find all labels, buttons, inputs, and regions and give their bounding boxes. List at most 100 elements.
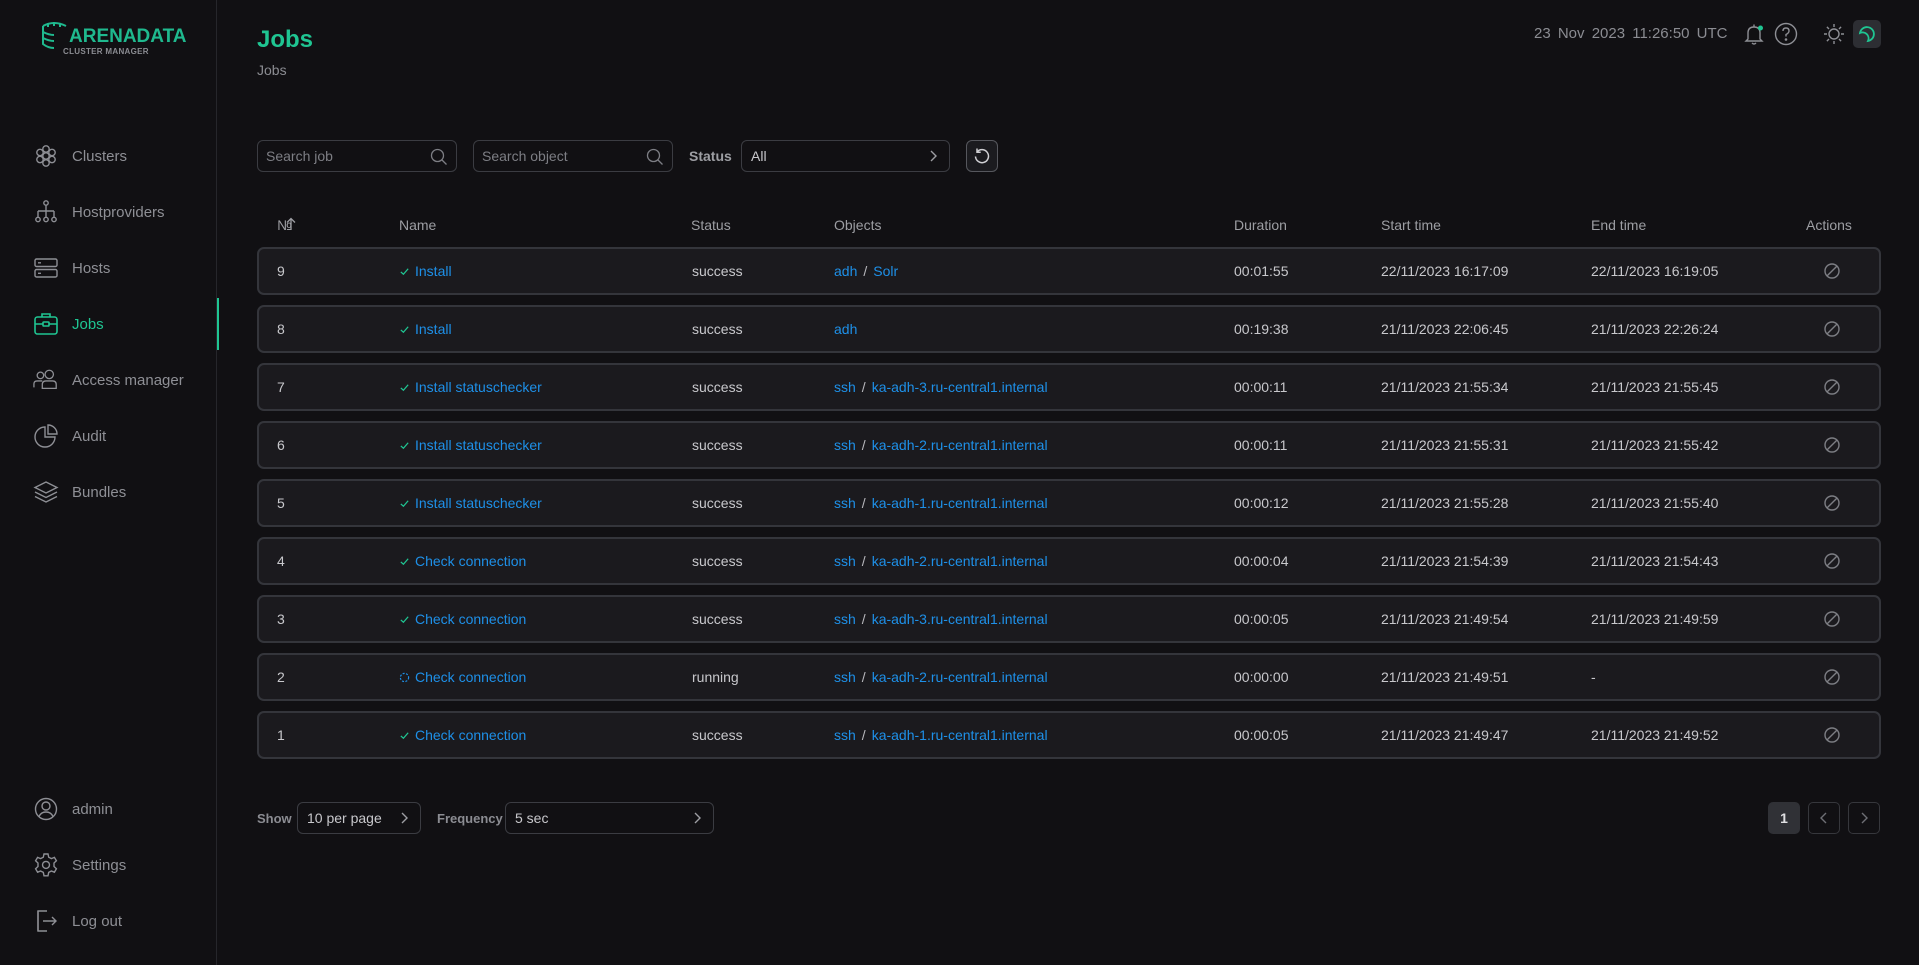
cancel-job-button[interactable] [1823, 668, 1841, 689]
object-link[interactable]: ka-adh-3.ru-central1.internal [872, 379, 1048, 395]
next-page-button[interactable] [1848, 802, 1880, 834]
sidebar-item-jobs[interactable]: Jobs [0, 296, 219, 352]
cancel-job-button[interactable] [1823, 320, 1841, 341]
object-link[interactable]: Solr [873, 263, 898, 279]
sidebar-item-admin[interactable]: admin [0, 781, 217, 837]
cancel-job-button[interactable] [1823, 436, 1841, 457]
object-link[interactable]: ka-adh-1.ru-central1.internal [872, 495, 1048, 511]
jobs-icon [33, 311, 59, 337]
object-link[interactable]: ssh [834, 611, 856, 627]
column-header-name[interactable]: Name [399, 217, 436, 233]
object-link[interactable]: ssh [834, 727, 856, 743]
job-start-time: 21/11/2023 21:54:39 [1381, 553, 1509, 569]
table-row[interactable]: 4 Check connection success ssh / ka-adh-2.ru-… [257, 537, 1881, 585]
breadcrumb[interactable]: Jobs [257, 62, 287, 78]
job-end-time: - [1591, 669, 1596, 685]
cancel-job-button[interactable] [1823, 726, 1841, 747]
sidebar-item-logout[interactable]: Log out [0, 893, 217, 949]
object-link[interactable]: ssh [834, 495, 856, 511]
sidebar-item-bundles[interactable]: Bundles [0, 464, 217, 520]
cancel-job-button[interactable] [1823, 494, 1841, 515]
table-row[interactable]: 3 Check connection success ssh / ka-adh-3.ru-… [257, 595, 1881, 643]
object-link[interactable]: adh [834, 263, 857, 279]
job-name-link[interactable]: Check connection [399, 669, 526, 685]
cancel-job-button[interactable] [1823, 552, 1841, 573]
job-name-link[interactable]: Install statuschecker [399, 379, 542, 395]
cancel-job-button[interactable] [1823, 610, 1841, 631]
job-duration: 00:00:05 [1234, 611, 1289, 627]
object-link[interactable]: ka-adh-2.ru-central1.internal [872, 437, 1048, 453]
job-name-text[interactable]: Check connection [415, 669, 526, 685]
job-id: 4 [277, 553, 285, 569]
jobs-table-body: 9 Install success adh / Solr 00:01:55 22/11/202… [257, 247, 1881, 769]
cancel-job-button[interactable] [1823, 378, 1841, 399]
table-row[interactable]: 9 Install success adh / Solr 00:01:55 22/11/202… [257, 247, 1881, 295]
job-name-text[interactable]: Install statuschecker [415, 495, 542, 511]
job-name-link[interactable]: Check connection [399, 553, 526, 569]
job-end-time: 21/11/2023 21:49:52 [1591, 727, 1719, 743]
table-row[interactable]: 1 Check connection success ssh / ka-adh-1.ru-… [257, 711, 1881, 759]
job-name-link[interactable]: Install statuschecker [399, 437, 542, 453]
reset-filters-button[interactable] [966, 140, 998, 172]
column-header-start-time[interactable]: Start time [1381, 217, 1441, 233]
job-name-text[interactable]: Install statuschecker [415, 379, 542, 395]
job-name-link[interactable]: Check connection [399, 727, 526, 743]
table-row[interactable]: 6 Install statuschecker success ssh / ka-adh-… [257, 421, 1881, 469]
chevron-right-icon [930, 150, 937, 162]
object-link[interactable]: ssh [834, 669, 856, 685]
frequency-label: Frequency [437, 811, 503, 826]
search-object-field[interactable] [473, 140, 673, 172]
running-spinner-icon [399, 672, 410, 683]
job-name-text[interactable]: Install [415, 321, 452, 337]
notifications-button[interactable] [1742, 22, 1766, 46]
job-name-text[interactable]: Install statuschecker [415, 437, 542, 453]
sidebar-item-access-manager[interactable]: Access manager [0, 352, 217, 408]
table-row[interactable]: 5 Install statuschecker success ssh / ka-adh-… [257, 479, 1881, 527]
search-job-field[interactable] [257, 140, 457, 172]
help-button[interactable] [1774, 22, 1798, 46]
dark-theme-button[interactable] [1853, 20, 1881, 48]
frequency-select[interactable]: 5 sec [505, 802, 714, 834]
column-header-duration[interactable]: Duration [1234, 217, 1287, 233]
sidebar-item-hosts[interactable]: Hosts [0, 240, 217, 296]
job-name-link[interactable]: Check connection [399, 611, 526, 627]
table-row[interactable]: 7 Install statuschecker success ssh / ka-adh-… [257, 363, 1881, 411]
sidebar-item-hostproviders[interactable]: Hostproviders [0, 184, 217, 240]
object-link[interactable]: ssh [834, 437, 856, 453]
table-row[interactable]: 2 Check connection running ssh / ka-adh-2.ru-… [257, 653, 1881, 701]
job-name-text[interactable]: Install [415, 263, 452, 279]
light-theme-button[interactable] [1822, 22, 1846, 46]
object-link[interactable]: ka-adh-2.ru-central1.internal [872, 669, 1048, 685]
page-button-current[interactable]: 1 [1768, 802, 1800, 834]
sidebar-item-audit[interactable]: Audit [0, 408, 217, 464]
cancel-job-button[interactable] [1823, 262, 1841, 283]
object-link[interactable]: adh [834, 321, 857, 337]
sidebar-item-settings[interactable]: Settings [0, 837, 217, 893]
job-end-time: 21/11/2023 21:55:45 [1591, 379, 1719, 395]
job-name-text[interactable]: Check connection [415, 611, 526, 627]
per-page-select[interactable]: 10 per page [297, 802, 421, 834]
column-header-end-time[interactable]: End time [1591, 217, 1646, 233]
table-row[interactable]: 8 Install success adh 00:19:38 21/11/2023 22:… [257, 305, 1881, 353]
object-link[interactable]: ssh [834, 553, 856, 569]
job-name-link[interactable]: Install [399, 263, 452, 279]
column-header-id[interactable]: № [277, 217, 297, 233]
job-name-link[interactable]: Install [399, 321, 452, 337]
column-header-status[interactable]: Status [691, 217, 731, 233]
previous-page-button[interactable] [1808, 802, 1840, 834]
status-filter-select[interactable]: All [741, 140, 950, 172]
object-link[interactable]: ka-adh-3.ru-central1.internal [872, 611, 1048, 627]
job-status: success [692, 321, 743, 337]
object-link[interactable]: ssh [834, 379, 856, 395]
object-link[interactable]: ka-adh-2.ru-central1.internal [872, 553, 1048, 569]
search-job-input[interactable] [258, 148, 426, 164]
search-object-input[interactable] [474, 148, 642, 164]
job-name-text[interactable]: Check connection [415, 727, 526, 743]
logo[interactable]: ARENADATA CLUSTER MANAGER [40, 20, 187, 60]
object-link[interactable]: ka-adh-1.ru-central1.internal [872, 727, 1048, 743]
sidebar-item-label: admin [72, 800, 113, 818]
job-name-link[interactable]: Install statuschecker [399, 495, 542, 511]
sidebar-item-clusters[interactable]: Clusters [0, 128, 217, 184]
job-status: success [692, 379, 743, 395]
job-name-text[interactable]: Check connection [415, 553, 526, 569]
